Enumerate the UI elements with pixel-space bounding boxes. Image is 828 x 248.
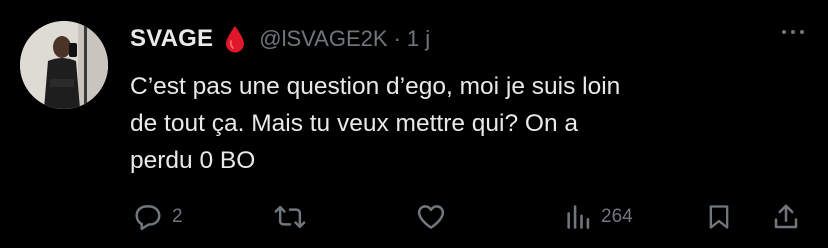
reply-count: 2 (172, 206, 183, 227)
tweet-text-line: perdu 0 BO (130, 147, 256, 174)
tweet-header: SVAGE @lSVAGE2K · 1 j (130, 22, 430, 56)
reply-icon (135, 205, 161, 231)
avatar-photo (20, 21, 108, 109)
tweet-text-line: de tout ça. Mais tu veux mettre qui? On … (130, 110, 579, 137)
tweet-text-line: C’est pas une question d’ego, moi je sui… (130, 73, 621, 100)
like-button[interactable] (415, 200, 456, 234)
user-handle[interactable]: @lSVAGE2K (259, 26, 387, 52)
share-icon (774, 204, 798, 229)
share-button[interactable] (771, 200, 801, 234)
bookmark-icon (709, 205, 729, 229)
display-name[interactable]: SVAGE (130, 25, 213, 53)
action-bar: 2 264 (0, 200, 828, 234)
avatar[interactable] (20, 21, 108, 109)
views-count: 264 (601, 206, 633, 227)
retweet-button[interactable] (274, 200, 315, 234)
more-options-icon[interactable] (782, 30, 804, 34)
tweet: SVAGE @lSVAGE2K · 1 j C’est pas une ques… (0, 0, 828, 248)
analytics-icon (567, 205, 590, 229)
blood-drop-icon (225, 25, 245, 53)
views-button[interactable]: 264 (564, 200, 633, 234)
retweet-icon (274, 205, 306, 229)
tweet-text: C’est pas une question d’ego, moi je sui… (130, 68, 810, 179)
heart-icon (417, 205, 445, 229)
separator-dot: · (393, 26, 401, 51)
bookmark-button[interactable] (705, 200, 733, 234)
reply-button[interactable]: 2 (133, 200, 183, 234)
timestamp[interactable]: 1 j (407, 26, 430, 52)
